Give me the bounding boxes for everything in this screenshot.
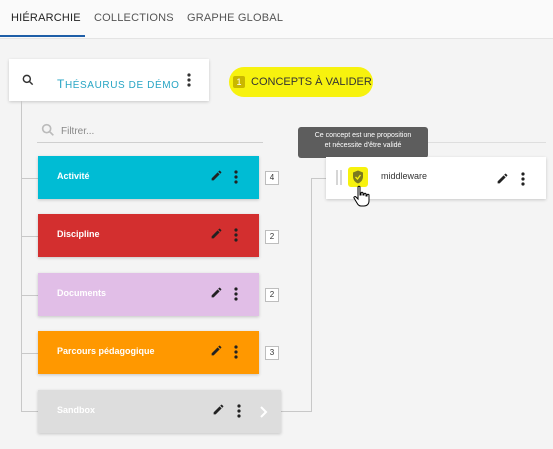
collection-card-discipline[interactable]: Discipline (38, 214, 259, 257)
shield-check-icon (353, 170, 363, 184)
tree-branch (21, 178, 38, 179)
tree-branch (281, 411, 311, 412)
collection-count-badge: 2 (265, 288, 279, 302)
collection-name: Parcours pédagogique (57, 346, 155, 356)
more-vert-icon[interactable] (232, 344, 240, 360)
hand-pointer-icon (353, 185, 370, 207)
filter-input[interactable]: Filtrer... (61, 126, 94, 137)
more-vert-icon[interactable] (235, 403, 243, 419)
collection-card-parcours-pedagogique[interactable]: Parcours pédagogique (38, 331, 259, 374)
collection-card-sandbox[interactable]: Sandbox (38, 390, 281, 433)
concept-connector-line (311, 178, 312, 412)
filter-search-icon (41, 123, 54, 136)
concepts-to-validate-label: CONCEPTS À VALIDER (251, 76, 372, 88)
tab-collections[interactable]: COLLECTIONS (94, 12, 174, 24)
concepts-to-validate-button[interactable]: 1 CONCEPTS À VALIDER (229, 67, 373, 97)
collection-card-documents[interactable]: Documents (38, 273, 259, 316)
edit-icon[interactable] (210, 227, 223, 240)
tree-trunk-line (21, 101, 22, 411)
search-icon[interactable] (21, 73, 35, 87)
tree-branch (21, 236, 38, 237)
chevron-right-icon[interactable] (259, 405, 269, 419)
tree-branch (21, 411, 38, 412)
more-vert-icon[interactable] (232, 169, 240, 185)
collection-count-badge: 4 (265, 171, 279, 185)
collection-name: Documents (57, 288, 107, 298)
tab-bar: HIÉRARCHIE COLLECTIONS GRAPHE GLOBAL (0, 0, 553, 39)
more-vert-icon[interactable] (185, 72, 193, 88)
tab-hierarchie[interactable]: HIÉRARCHIE (11, 12, 81, 24)
edit-icon[interactable] (210, 286, 223, 299)
filter-underline (37, 142, 263, 143)
drag-handle[interactable] (340, 170, 342, 185)
validate-concept-button[interactable] (348, 167, 368, 187)
validation-tooltip: Ce concept est une proposition et nécess… (298, 127, 428, 158)
collection-name: Discipline (57, 229, 100, 239)
collection-card-activite[interactable]: Activité (38, 156, 259, 199)
thesaurus-title[interactable]: THÉSAURUS DE DÉMO (57, 77, 180, 91)
more-vert-icon[interactable] (232, 286, 240, 302)
collection-count-badge: 3 (265, 346, 279, 360)
collection-name: Activité (57, 171, 90, 181)
pending-count-badge: 1 (233, 76, 245, 88)
collection-count-badge: 2 (265, 230, 279, 244)
more-vert-icon[interactable] (232, 227, 240, 243)
concept-name: middleware (381, 171, 428, 181)
active-tab-indicator (0, 35, 85, 37)
drag-handle[interactable] (336, 170, 338, 185)
thesaurus-header: THÉSAURUS DE DÉMO (9, 59, 209, 101)
edit-icon[interactable] (212, 403, 225, 416)
edit-icon[interactable] (210, 344, 223, 357)
tab-graphe-global[interactable]: GRAPHE GLOBAL (187, 12, 283, 24)
tree-branch (21, 353, 38, 354)
tree-branch (311, 178, 326, 179)
edit-icon[interactable] (496, 172, 509, 185)
more-vert-icon[interactable] (519, 171, 527, 187)
tree-branch (21, 295, 38, 296)
edit-icon[interactable] (210, 169, 223, 182)
collection-name: Sandbox (57, 405, 96, 415)
